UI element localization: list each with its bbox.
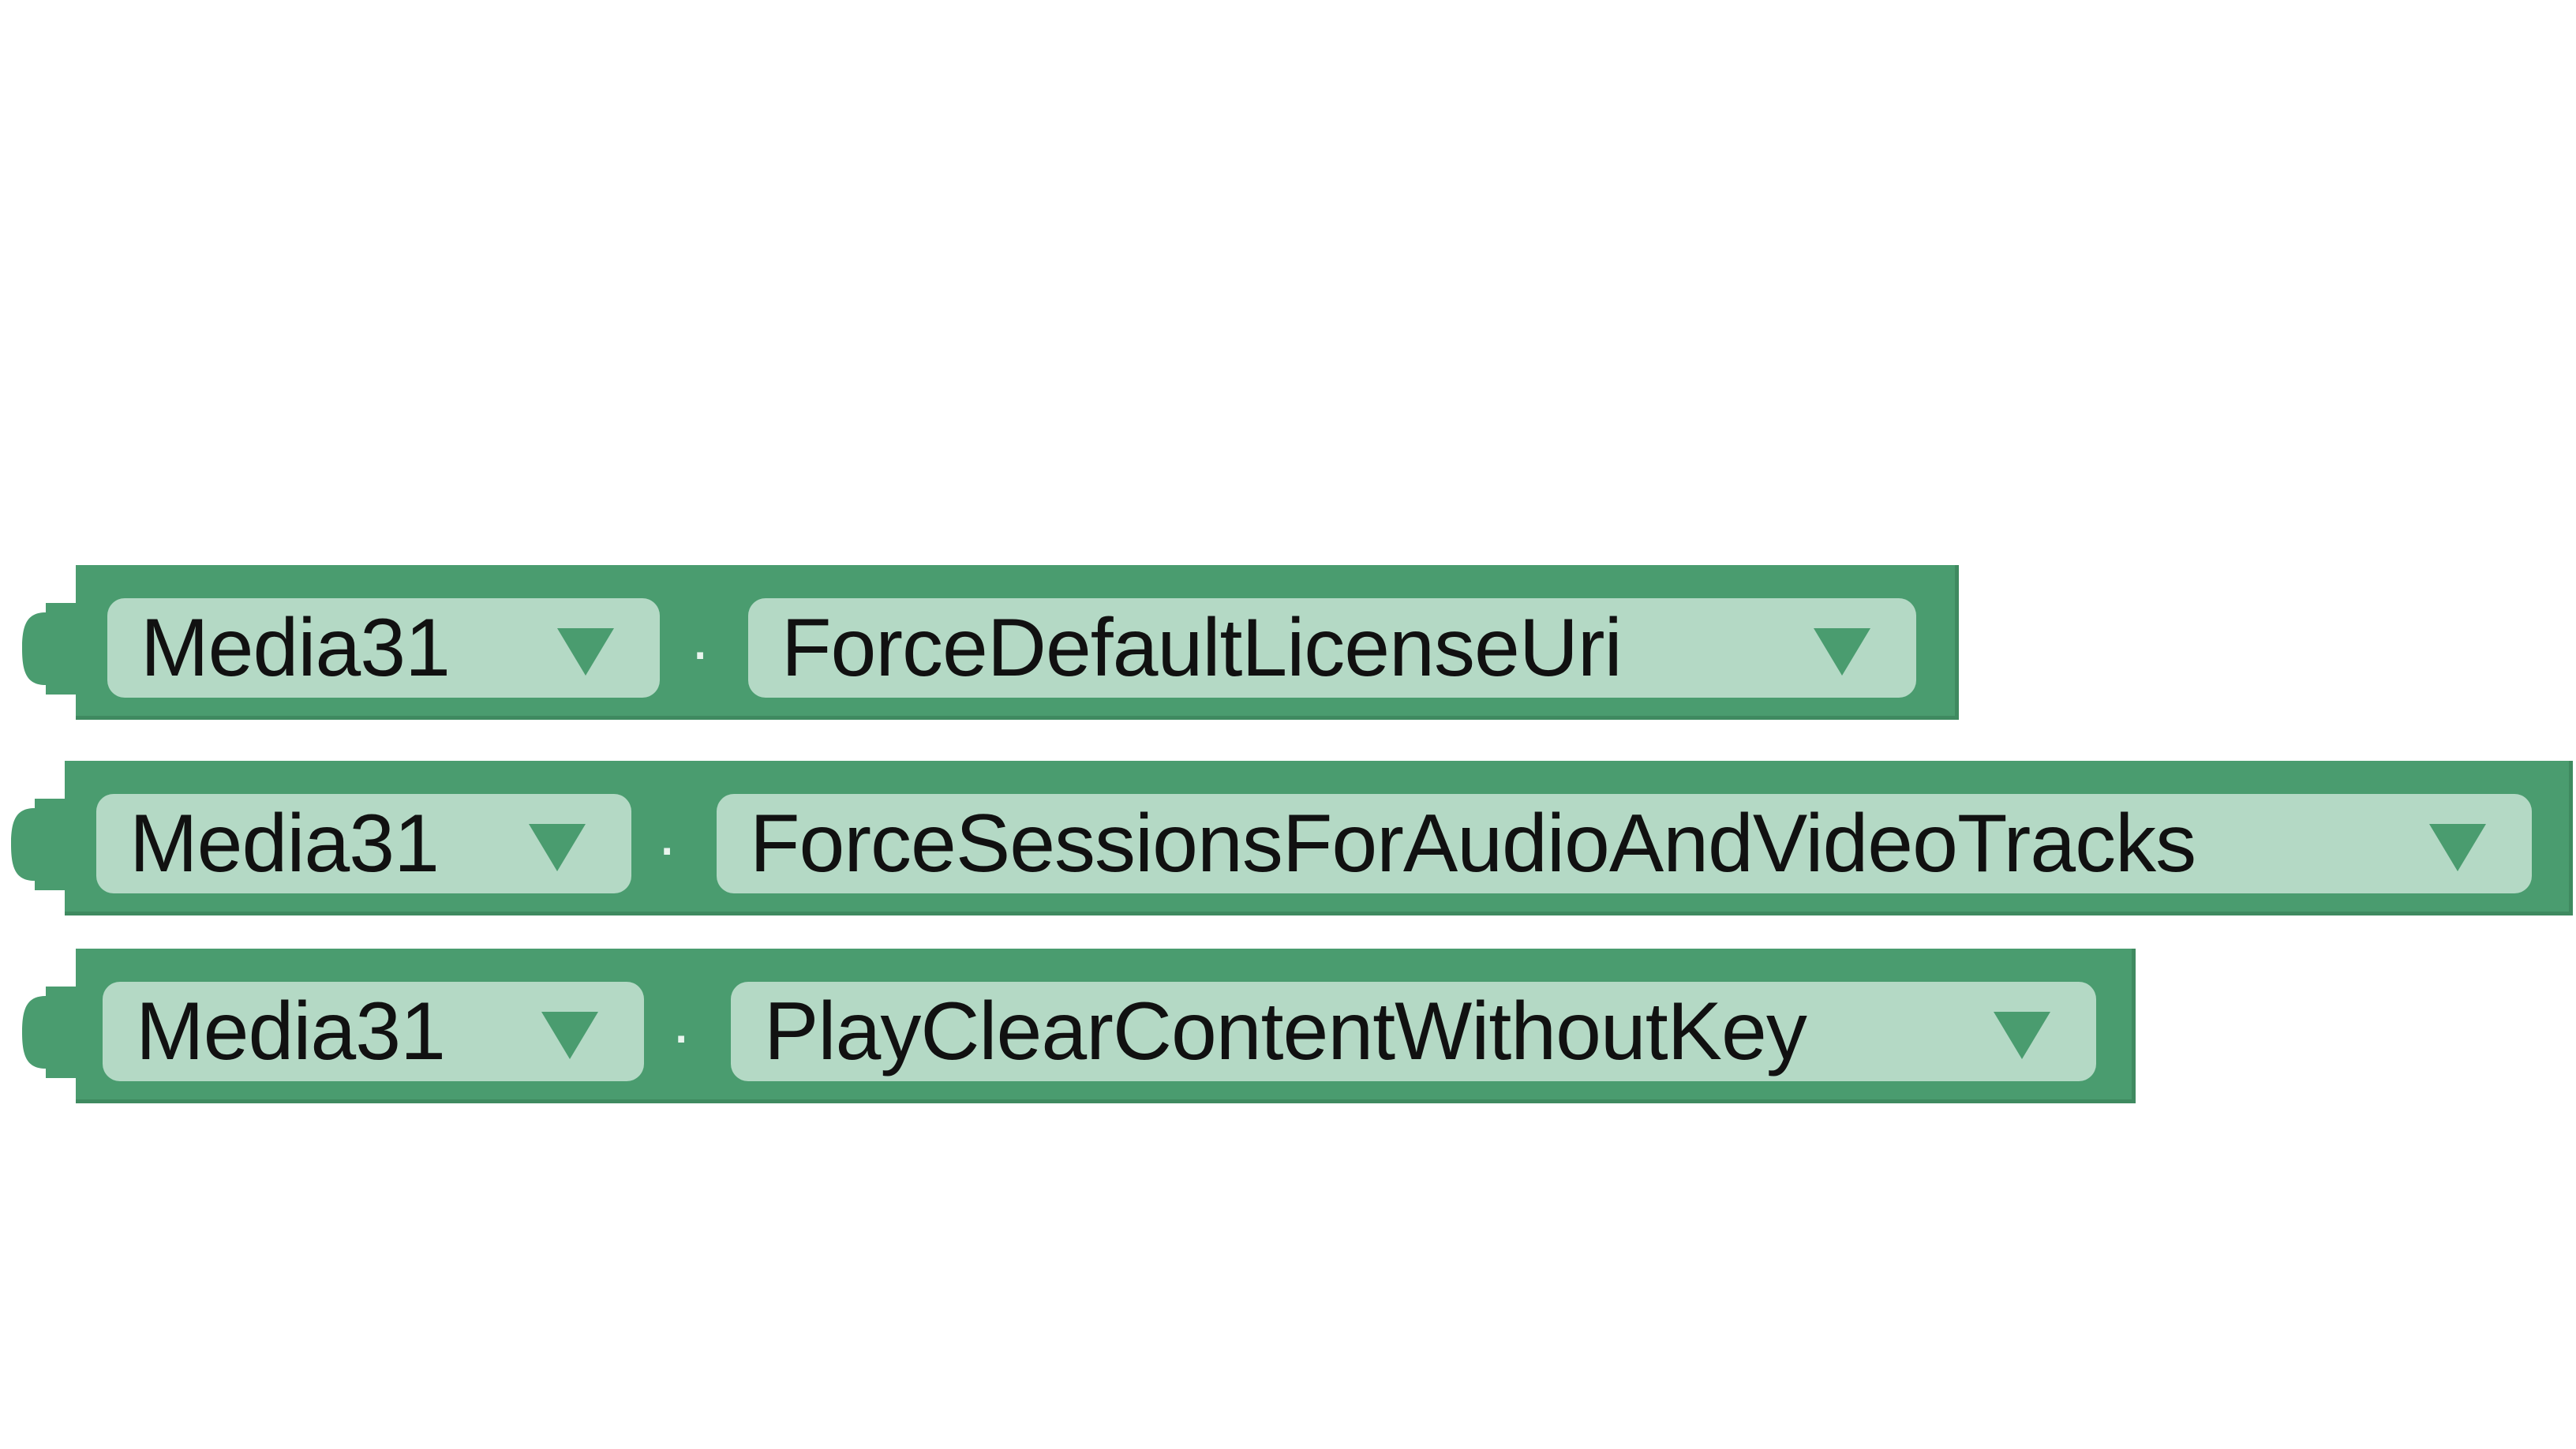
property-dropdown-label: PlayClearContentWithoutKey: [764, 986, 1807, 1077]
component-dropdown[interactable]: Media31: [96, 794, 631, 893]
component-dropdown-label: Media31: [140, 602, 451, 694]
property-getter-block[interactable]: Media31 . ForceSessionsForAudioAndVideoT…: [11, 761, 2573, 915]
dot-separator: .: [658, 798, 676, 868]
dropdown-arrow-icon: [2429, 824, 2486, 871]
component-dropdown-label: Media31: [129, 798, 440, 889]
property-dropdown[interactable]: ForceDefaultLicenseUri: [748, 598, 1916, 698]
dropdown-arrow-icon: [1814, 628, 1870, 676]
output-connector-icon: [22, 987, 80, 1078]
dropdown-arrow-icon: [1994, 1012, 2050, 1059]
output-connector-icon: [22, 603, 80, 695]
component-dropdown-label: Media31: [136, 986, 446, 1077]
output-connector-icon: [11, 799, 69, 890]
component-dropdown[interactable]: Media31: [103, 982, 644, 1081]
property-getter-block[interactable]: Media31 . PlayClearContentWithoutKey: [22, 949, 2136, 1103]
property-getter-block[interactable]: Media31 . ForceDefaultLicenseUri: [22, 565, 1959, 720]
dot-separator: .: [691, 602, 710, 672]
dropdown-arrow-icon: [529, 824, 586, 871]
property-dropdown[interactable]: ForceSessionsForAudioAndVideoTracks: [717, 794, 2532, 893]
property-dropdown-label: ForceSessionsForAudioAndVideoTracks: [750, 798, 2196, 889]
property-dropdown[interactable]: PlayClearContentWithoutKey: [731, 982, 2096, 1081]
dropdown-arrow-icon: [557, 628, 614, 676]
dropdown-arrow-icon: [541, 1012, 598, 1059]
component-dropdown[interactable]: Media31: [107, 598, 660, 698]
blocks-workspace: Media31 . ForceDefaultLicenseUri Media31…: [0, 0, 2576, 1449]
property-dropdown-label: ForceDefaultLicenseUri: [781, 602, 1623, 694]
dot-separator: .: [672, 986, 691, 1056]
